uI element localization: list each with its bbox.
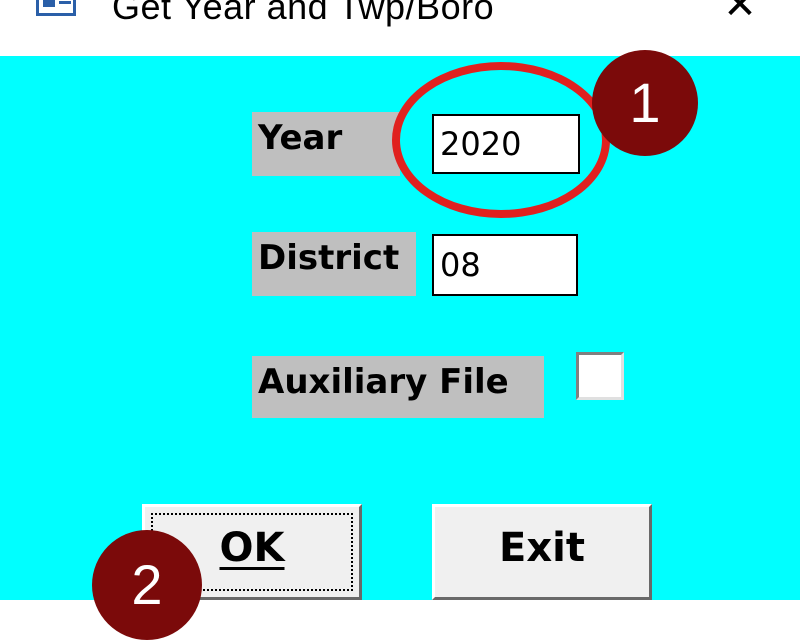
exit-button[interactable]: Exit bbox=[432, 504, 652, 600]
district-label: District bbox=[252, 232, 416, 296]
title-bar: Get Year and Twp/Boro ✕ bbox=[0, 0, 800, 56]
form-window-icon bbox=[36, 0, 76, 16]
annotation-badge-1: 1 bbox=[592, 50, 698, 156]
auxiliary-file-label: Auxiliary File bbox=[252, 356, 544, 418]
annotation-ring bbox=[392, 62, 610, 218]
annotation-badge-2: 2 bbox=[92, 530, 202, 640]
exit-button-label: Exit bbox=[499, 525, 585, 571]
district-input[interactable]: 08 bbox=[432, 234, 578, 296]
dialog-body: Year 2020 District 08 Auxiliary File OK … bbox=[0, 50, 800, 640]
window-title: Get Year and Twp/Boro bbox=[112, 0, 495, 27]
year-label: Year bbox=[252, 112, 400, 176]
close-button[interactable]: ✕ bbox=[700, 0, 780, 30]
auxiliary-file-checkbox[interactable] bbox=[576, 352, 624, 400]
